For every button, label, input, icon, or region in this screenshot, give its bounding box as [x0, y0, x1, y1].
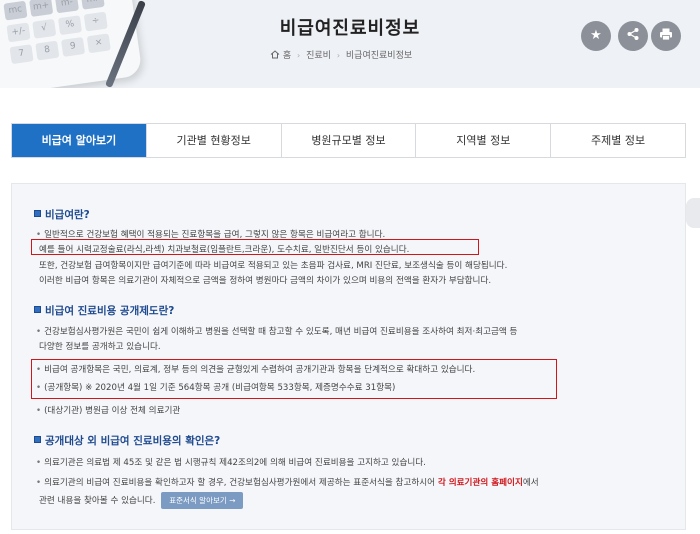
- section-title-other-costs: 공개대상 외 비급여 진료비용의 확인은?: [34, 433, 220, 448]
- star-icon: ★: [590, 28, 602, 43]
- favorite-button[interactable]: ★: [581, 21, 611, 51]
- text-line: 또한, 건강보험 급여항목이지만 급여기준에 따라 비급여로 적용되고 있는 초…: [39, 261, 508, 271]
- breadcrumb-level2[interactable]: 비급여진료비정보: [346, 51, 412, 61]
- calc-key: m-: [54, 0, 80, 14]
- tab-topic[interactable]: 주제별 정보: [551, 124, 686, 157]
- breadcrumb: 홈 › 진료비 › 비급여진료비정보: [270, 48, 412, 61]
- text-line: • 의료기관의 비급여 진료비용을 확인하고자 할 경우, 건강보험심사평가원에서…: [36, 478, 539, 488]
- text-line: • 의료기관은 의료법 제 45조 및 같은 법 시행규칙 제42조의2에 의해 …: [36, 458, 426, 468]
- text-line: • (대상기관) 병원급 이상 전체 의료기관: [36, 406, 181, 416]
- calc-key: 7: [9, 44, 34, 65]
- highlight-box: [31, 239, 479, 255]
- side-scroll-handle[interactable]: [686, 198, 700, 228]
- text-line: • 건강보험심사평가원은 국민이 쉽게 이해하고 병원을 선택할 때 참고할 수 …: [36, 327, 518, 337]
- share-button[interactable]: [618, 21, 648, 51]
- highlight-box: [31, 359, 557, 399]
- breadcrumb-level1[interactable]: 진료비: [306, 51, 331, 61]
- page-header: mc m+ m- mr +/- √ % ÷ 7 8 9 × 비급여진료비정보 홈…: [0, 0, 700, 88]
- calc-key: +/-: [6, 22, 31, 43]
- calc-key: ×: [86, 33, 111, 54]
- info-box: 비급여란? • 일반적으로 건강보험 혜택이 적용되는 진료항목을 급여, 그렇지…: [11, 183, 686, 530]
- print-icon: [660, 28, 672, 41]
- text-line: 이러한 비급여 항목은 의료기관이 자체적으로 금액을 정하여 병원마다 금액의…: [39, 276, 492, 286]
- tab-bar: 비급여 알아보기 기관별 현황정보 병원규모별 정보 지역별 정보 주제별 정보: [11, 123, 686, 158]
- tab-region[interactable]: 지역별 정보: [416, 124, 552, 157]
- standard-form-button[interactable]: 표준서식 알아보기 →: [161, 492, 244, 509]
- chevron-right-icon: ›: [297, 51, 301, 60]
- square-bullet-icon: [34, 436, 41, 443]
- arrow-right-icon: →: [229, 496, 236, 505]
- calc-key: mr: [80, 0, 105, 10]
- square-bullet-icon: [34, 306, 41, 313]
- calc-key: 9: [60, 37, 86, 57]
- tab-hospital-size[interactable]: 병원규모별 정보: [281, 124, 417, 157]
- tab-nonbenefit-intro[interactable]: 비급여 알아보기: [12, 124, 147, 157]
- calc-key: mc: [3, 0, 28, 21]
- calc-key: 8: [35, 40, 60, 61]
- calc-key: √: [32, 18, 57, 39]
- section-title-what-is-nonbenefit: 비급여란?: [34, 207, 90, 222]
- print-button[interactable]: [651, 21, 681, 51]
- square-bullet-icon: [34, 210, 41, 217]
- chevron-right-icon: ›: [336, 51, 341, 60]
- text-line: 관련 내용을 찾아볼 수 있습니다. 표준서식 알아보기 →: [39, 492, 244, 509]
- text-line: 다양한 정보를 공개하고 있습니다.: [39, 342, 161, 352]
- tab-institution-status[interactable]: 기관별 현황정보: [146, 124, 282, 157]
- share-icon: [627, 28, 639, 40]
- calc-key: m+: [29, 0, 54, 17]
- calc-key: %: [57, 15, 83, 36]
- page-title: 비급여진료비정보: [279, 18, 421, 39]
- section-title-disclosure-system: 비급여 진료비용 공개제도란?: [34, 303, 174, 318]
- calc-key: ÷: [83, 11, 108, 32]
- breadcrumb-home[interactable]: 홈: [283, 51, 291, 61]
- home-icon[interactable]: [270, 50, 283, 61]
